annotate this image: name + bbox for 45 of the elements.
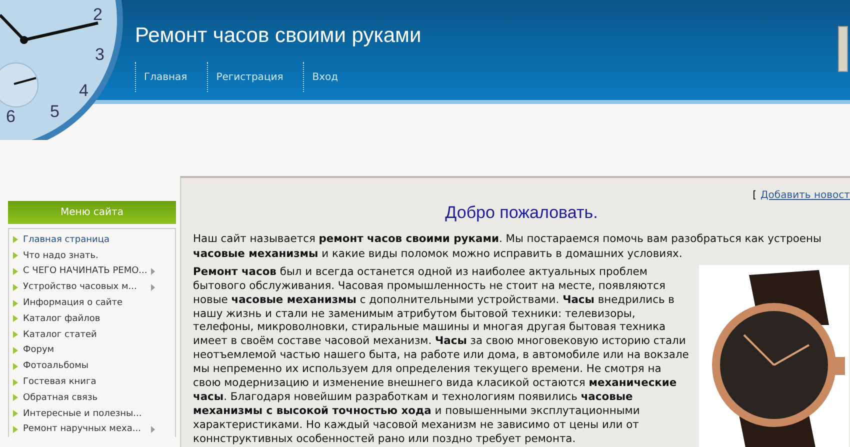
nav-link[interactable]: Главная — [135, 62, 208, 92]
site-title: Ремонт часов своими руками — [135, 24, 422, 48]
bullet-icon — [13, 331, 18, 338]
menu-item[interactable]: Главная страница — [9, 232, 175, 248]
menu-header: Меню сайта — [8, 201, 176, 224]
bullet-icon — [13, 300, 18, 307]
menu-item[interactable]: Что надо знать. — [9, 248, 175, 264]
nav-link[interactable]: Регистрация — [207, 62, 304, 92]
add-news-link[interactable]: Добавить новост — [760, 190, 850, 201]
intro-paragraph: Наш сайт называется ремонт часов своими руками. Мы постараемся помочь вам разобраться как устроены часовые механизмы и какие виды поломок можно исправить в домашних условиях. — [193, 231, 822, 262]
menu-item[interactable]: Гостевая книга — [9, 374, 175, 390]
bullet-icon — [13, 362, 18, 370]
clock-numeral: 2 — [93, 6, 102, 23]
bullet-icon — [13, 252, 18, 260]
menu-item[interactable]: Интересные и полезны... — [9, 406, 175, 422]
menu-item[interactable]: Каталог файлов — [9, 310, 175, 327]
bullet-icon — [13, 284, 18, 291]
welcome-heading: Добро пожаловать. — [444, 203, 599, 223]
menu-item[interactable]: Устройство часовых м... — [9, 279, 175, 296]
menu-item[interactable]: Ремонт наручных меха... — [9, 422, 175, 438]
menu-item[interactable]: Каталог статей — [9, 326, 175, 343]
nav-link[interactable]: Вход — [303, 62, 358, 92]
clock-numeral: 4 — [79, 82, 88, 99]
bullet-icon — [13, 268, 18, 275]
menu-item[interactable]: Фотоальбомы — [9, 358, 175, 374]
bullet-icon — [13, 315, 18, 322]
clock-numeral: 3 — [95, 46, 104, 63]
bullet-icon — [13, 378, 18, 386]
clock-numeral: 5 — [50, 103, 60, 120]
submenu-arrow-icon — [151, 426, 155, 433]
clock-numeral: 6 — [6, 108, 16, 125]
menu-item[interactable]: Форум — [9, 342, 175, 358]
menu-item[interactable]: Обратная связь — [9, 390, 175, 406]
bullet-icon — [13, 394, 18, 402]
bullet-icon — [13, 410, 18, 418]
menu-item[interactable]: С ЧЕГО НАЧИНАТЬ РЕМО... — [9, 264, 175, 280]
submenu-arrow-icon — [151, 268, 155, 275]
bracket-text: [ — [752, 190, 756, 201]
bullet-icon — [13, 236, 18, 244]
side-widget-icon[interactable] — [838, 26, 848, 72]
article-paragraph: Ремонт часов был и всегда останется одной из наиболее актуальных проблем бытового обслуживания. Часовая промышленность не стоит на месте, появляются новые часовые механизмы с дополнительными устройствами. Часы внедрились в нашу жизнь и стали не заменимым атрибутом бытовой техники: телевизоры, телефоны, микроволновки, стиральные машины и многая другая бытовая техника имеет в своём составе часовой механизм. Часы за свою многовековую историю стали неотъемлемой частью нашего быта, на работе или дома, в автомобиле или на вокзале мы непременно их используем для определения текущего времени. Не смотря на свою модернизацию и изменение внешнего вида класикой остаются механические часы. Благодаря новейшим разработкам и технологиям появились часовые механизмы с высокой точностью хода и повышенными эксплутационными характеристиками. Но каждый часовой механизм не зависимо от цены или от коннструктивных особенностей рано или поздно требует ремонта. — [193, 264, 689, 447]
menu-item[interactable]: Информация о сайте — [9, 295, 175, 311]
bullet-icon — [13, 426, 18, 433]
submenu-arrow-icon — [151, 284, 155, 291]
bullet-icon — [13, 346, 18, 354]
